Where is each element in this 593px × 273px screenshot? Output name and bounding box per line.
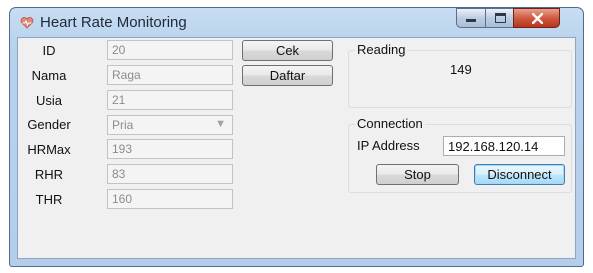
gender-combobox[interactable]: Pria ▼ bbox=[107, 115, 233, 135]
close-icon bbox=[532, 13, 543, 24]
nama-label: Nama bbox=[31, 68, 67, 83]
window-title: Heart Rate Monitoring bbox=[40, 14, 187, 31]
ip-address-label: IP Address bbox=[357, 138, 420, 153]
hrmax-label: HRMax bbox=[27, 142, 71, 157]
minimize-button[interactable] bbox=[456, 8, 486, 28]
usia-field[interactable]: 21 bbox=[107, 90, 233, 110]
heart-icon bbox=[20, 17, 34, 29]
stop-button[interactable]: Stop bbox=[376, 164, 459, 185]
reading-value: 149 bbox=[450, 62, 472, 77]
main-window: Heart Rate Monitoring ID Nama Usia Gende… bbox=[9, 7, 584, 267]
rhr-field[interactable]: 83 bbox=[107, 164, 233, 184]
gender-value: Pria bbox=[112, 118, 134, 132]
client-area: ID Nama Usia Gender HRMax RHR THR 20 Rag… bbox=[17, 37, 576, 259]
connection-title: Connection bbox=[355, 116, 425, 131]
nama-field[interactable]: Raga bbox=[107, 65, 233, 85]
daftar-button[interactable]: Daftar bbox=[242, 65, 333, 86]
title-bar[interactable]: Heart Rate Monitoring bbox=[10, 8, 583, 36]
rhr-label: RHR bbox=[34, 167, 64, 182]
reading-title: Reading bbox=[355, 42, 408, 57]
maximize-icon bbox=[495, 13, 506, 23]
maximize-button[interactable] bbox=[485, 8, 514, 28]
chevron-down-icon[interactable]: ▼ bbox=[215, 118, 226, 130]
gender-label: Gender bbox=[27, 117, 71, 132]
close-button[interactable] bbox=[513, 8, 560, 28]
thr-field[interactable]: 160 bbox=[107, 189, 233, 209]
thr-label: THR bbox=[35, 192, 63, 207]
minimize-icon bbox=[466, 19, 476, 22]
disconnect-button[interactable]: Disconnect bbox=[474, 164, 565, 185]
cek-button[interactable]: Cek bbox=[242, 40, 333, 61]
id-field[interactable]: 20 bbox=[107, 40, 233, 60]
hrmax-field[interactable]: 193 bbox=[107, 139, 233, 159]
ip-address-input[interactable]: 192.168.120.14 bbox=[443, 136, 565, 156]
usia-label: Usia bbox=[35, 93, 62, 108]
connection-group: Connection IP Address 192.168.120.14 Sto… bbox=[348, 116, 572, 193]
reading-group: Reading 149 bbox=[348, 42, 572, 108]
id-label: ID bbox=[42, 43, 56, 58]
